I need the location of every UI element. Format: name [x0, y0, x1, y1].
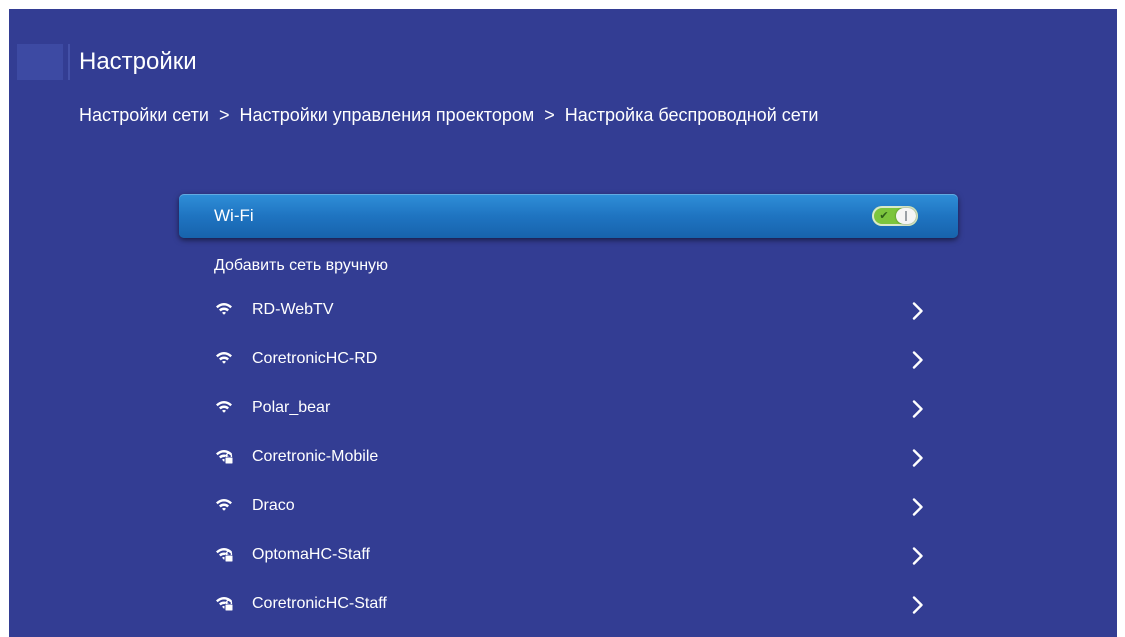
- add-network-manually-item[interactable]: Добавить сеть вручную: [214, 252, 388, 280]
- network-item[interactable]: CoretronicHC-RD: [179, 339, 958, 379]
- network-item[interactable]: Polar_bear: [179, 388, 958, 428]
- breadcrumb-item-network-settings: Настройки сети: [79, 105, 209, 125]
- wifi-toggle-row[interactable]: Wi-Fi ✔: [179, 194, 958, 238]
- network-name: CoretronicHC-RD: [252, 350, 378, 367]
- wifi-icon: [215, 301, 233, 317]
- network-item[interactable]: Draco: [179, 486, 958, 526]
- breadcrumb-item-wireless-setup: Настройка беспроводной сети: [564, 105, 819, 125]
- check-icon: ✔: [879, 210, 889, 222]
- breadcrumb-separator: >: [544, 105, 555, 125]
- breadcrumb-separator: >: [218, 105, 230, 125]
- header-divider: [68, 44, 70, 80]
- breadcrumb-item-projector-control: Настройки управления проектором: [239, 105, 535, 125]
- settings-header-icon: [17, 44, 63, 80]
- network-name: OptomaHC-Staff: [252, 546, 370, 563]
- chevron-right-icon: [912, 498, 924, 516]
- wifi-toggle-switch[interactable]: ✔: [872, 206, 918, 226]
- settings-screen: Настройки Настройки сети > Настройки управ…: [9, 9, 1117, 637]
- wifi-icon: [215, 350, 233, 366]
- chevron-right-icon: [912, 449, 924, 467]
- wifi-icon: [215, 399, 233, 415]
- breadcrumb: Настройки сети > Настройки управления прое…: [79, 103, 818, 127]
- network-name: RD-WebTV: [252, 301, 334, 318]
- network-name: Polar_bear: [252, 399, 331, 416]
- chevron-right-icon: [912, 351, 924, 369]
- network-item[interactable]: OptomaHC-Staff: [179, 535, 958, 575]
- wifi-lock-icon: [215, 546, 234, 563]
- chevron-right-icon: [912, 547, 924, 565]
- chevron-right-icon: [912, 400, 924, 418]
- wifi-icon: [215, 497, 233, 513]
- toggle-knob: [896, 208, 916, 224]
- network-name: Draco: [252, 497, 295, 514]
- wifi-lock-icon: [215, 595, 234, 612]
- page-title: Настройки: [79, 48, 197, 75]
- chevron-right-icon: [912, 302, 924, 320]
- network-item[interactable]: CoretronicHC-Staff: [179, 584, 958, 624]
- network-name: CoretronicHC-Staff: [252, 595, 387, 612]
- wifi-lock-icon: [215, 448, 234, 465]
- network-item[interactable]: RD-WebTV: [179, 290, 958, 330]
- network-item[interactable]: Coretronic-Mobile: [179, 437, 958, 477]
- network-name: Coretronic-Mobile: [252, 448, 379, 465]
- wifi-label: Wi-Fi: [214, 206, 254, 225]
- chevron-right-icon: [912, 596, 924, 614]
